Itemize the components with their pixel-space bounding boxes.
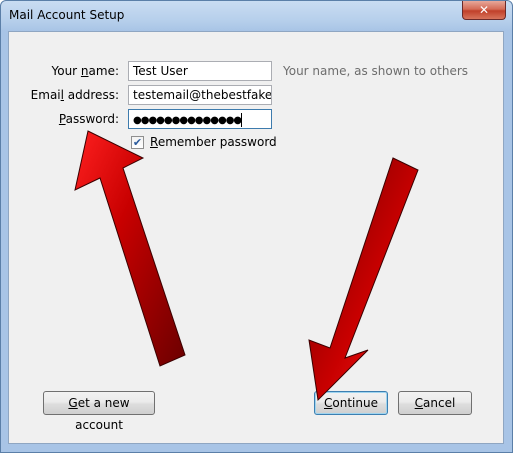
continue-rest: ontinue (332, 396, 378, 410)
email-label-suffix: address: (63, 88, 119, 102)
close-button[interactable]: ✕ (462, 1, 506, 20)
email-field[interactable]: testemail@thebestfakedor (128, 85, 272, 105)
remember-label-accel: R (150, 135, 158, 149)
cancel-accel: C (414, 396, 424, 410)
close-icon: ✕ (478, 3, 490, 17)
dialog-body: Your name: Test User Your name, as shown… (8, 31, 504, 444)
remember-password-checkbox[interactable]: ✔ (131, 136, 144, 149)
password-field[interactable]: ●●●●●●●●●●●●●● (128, 109, 272, 129)
continue-button[interactable]: Continue (314, 391, 388, 415)
email-value: testemail@thebestfakedor (133, 88, 272, 102)
name-label-prefix: Your (51, 64, 81, 78)
password-label-suffix: assword: (65, 112, 119, 126)
text-caret (241, 113, 243, 127)
email-label: Email address: (9, 88, 119, 102)
name-value: Test User (133, 64, 188, 78)
window-title: Mail Account Setup (9, 8, 125, 22)
password-label: Password: (9, 112, 119, 126)
get-account-rest: et a new account (75, 396, 130, 432)
mail-account-setup-window: Mail Account Setup ✕ Your name: Test Use… (0, 0, 513, 453)
password-value: ●●●●●●●●●●●●●● (133, 115, 242, 126)
cancel-rest: ancel (423, 396, 456, 410)
name-label-accel: n (80, 64, 89, 78)
checkmark-icon: ✔ (132, 136, 143, 149)
remember-password-label[interactable]: Remember password (150, 135, 277, 149)
get-new-account-button[interactable]: Get a new account (43, 391, 155, 432)
password-label-accel: P (58, 112, 66, 126)
name-field[interactable]: Test User (128, 61, 272, 81)
title-bar[interactable]: Mail Account Setup ✕ (1, 1, 512, 31)
name-label-suffix: ame: (88, 64, 119, 78)
get-account-accel: G (68, 396, 78, 410)
cancel-button[interactable]: Cancel (398, 391, 472, 415)
email-label-prefix: Emai (30, 88, 61, 102)
name-label: Your name: (9, 64, 119, 78)
name-hint: Your name, as shown to others (283, 64, 469, 78)
remember-label-rest: emember password (157, 135, 277, 149)
